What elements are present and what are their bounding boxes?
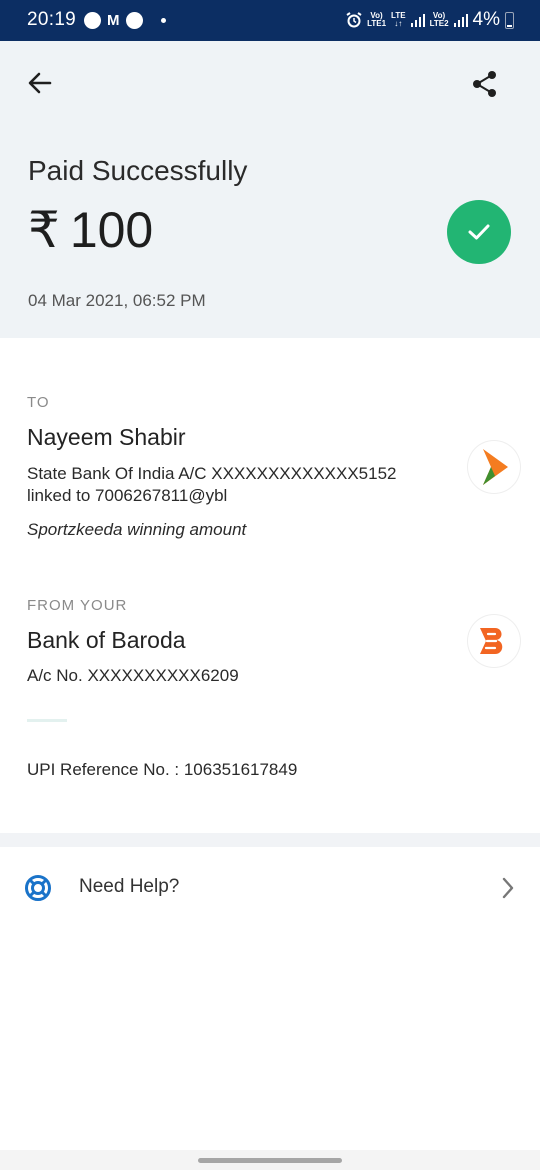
section-separator [0, 833, 540, 847]
sbi-logo-icon [483, 449, 508, 485]
sbi-logo [468, 441, 520, 493]
share-icon[interactable] [470, 69, 500, 99]
battery-icon [505, 11, 514, 29]
payee-upi-link: linked to 7006267811@ybl [27, 486, 228, 505]
status-time: 20:19 [27, 9, 77, 30]
chevron-right-icon [502, 877, 514, 899]
volte-sim1-indicator: Vo) LTE1 [367, 12, 386, 28]
alarm-icon [346, 12, 362, 28]
need-help-label: Need Help? [79, 876, 180, 897]
currency-symbol: ₹ [28, 202, 60, 258]
volte-sim1-bottom: LTE1 [367, 19, 387, 28]
payment-status-title: Paid Successfully [28, 155, 248, 186]
lifebuoy-icon [25, 875, 51, 901]
home-gesture-handle[interactable] [198, 1158, 342, 1163]
more-notifications-dot-icon [160, 17, 166, 23]
volte-sim2-bottom: LTE2 [429, 19, 449, 28]
check-icon [468, 224, 490, 240]
battery-percentage: 4% [472, 9, 500, 30]
lte-data-indicator: LTE ↓↑ [391, 12, 406, 28]
payer-bank-name: Bank of Baroda [27, 627, 186, 653]
section-divider [27, 719, 67, 722]
gesture-nav-bar [0, 1150, 540, 1170]
payer-account: A/c No. XXXXXXXXXX6209 [27, 666, 239, 685]
volte-sim2-indicator: Vo) LTE2 [430, 12, 449, 28]
payment-datetime: 04 Mar 2021, 06:52 PM [28, 291, 206, 310]
signal-sim1-icon [410, 14, 425, 27]
success-badge [447, 200, 511, 264]
to-label: TO [27, 394, 50, 411]
lte-data-bottom: ↓↑ [394, 19, 403, 28]
gmail-icon: M [107, 11, 120, 29]
payment-amount: ₹100 [28, 201, 153, 259]
notification-icons: M [84, 10, 166, 30]
payment-note: Sportzkeeda winning amount [27, 520, 247, 539]
back-arrow-icon[interactable] [24, 67, 56, 99]
bank-of-baroda-logo [468, 615, 520, 667]
payment-summary-header: Paid Successfully ₹100 04 Mar 2021, 06:5… [0, 41, 540, 338]
status-bar: 20:19 M Vo) LTE1 LTE ↓↑ Vo) LTE2 4% [0, 0, 540, 41]
phone-call-icon [125, 11, 143, 29]
signal-sim2-icon [453, 14, 468, 27]
amount-value: 100 [69, 202, 154, 258]
bob-logo-icon [480, 628, 503, 654]
system-icons: Vo) LTE1 LTE ↓↑ Vo) LTE2 4% [346, 8, 514, 32]
payee-account: State Bank Of India A/C XXXXXXXXXXXXX515… [27, 464, 397, 483]
need-help-row[interactable]: Need Help? [0, 847, 540, 929]
upi-reference-number: UPI Reference No. : 106351617849 [27, 760, 298, 779]
app-notification-icon [84, 11, 101, 29]
from-label: FROM YOUR [27, 597, 128, 614]
payee-name: Nayeem Shabir [27, 424, 186, 450]
